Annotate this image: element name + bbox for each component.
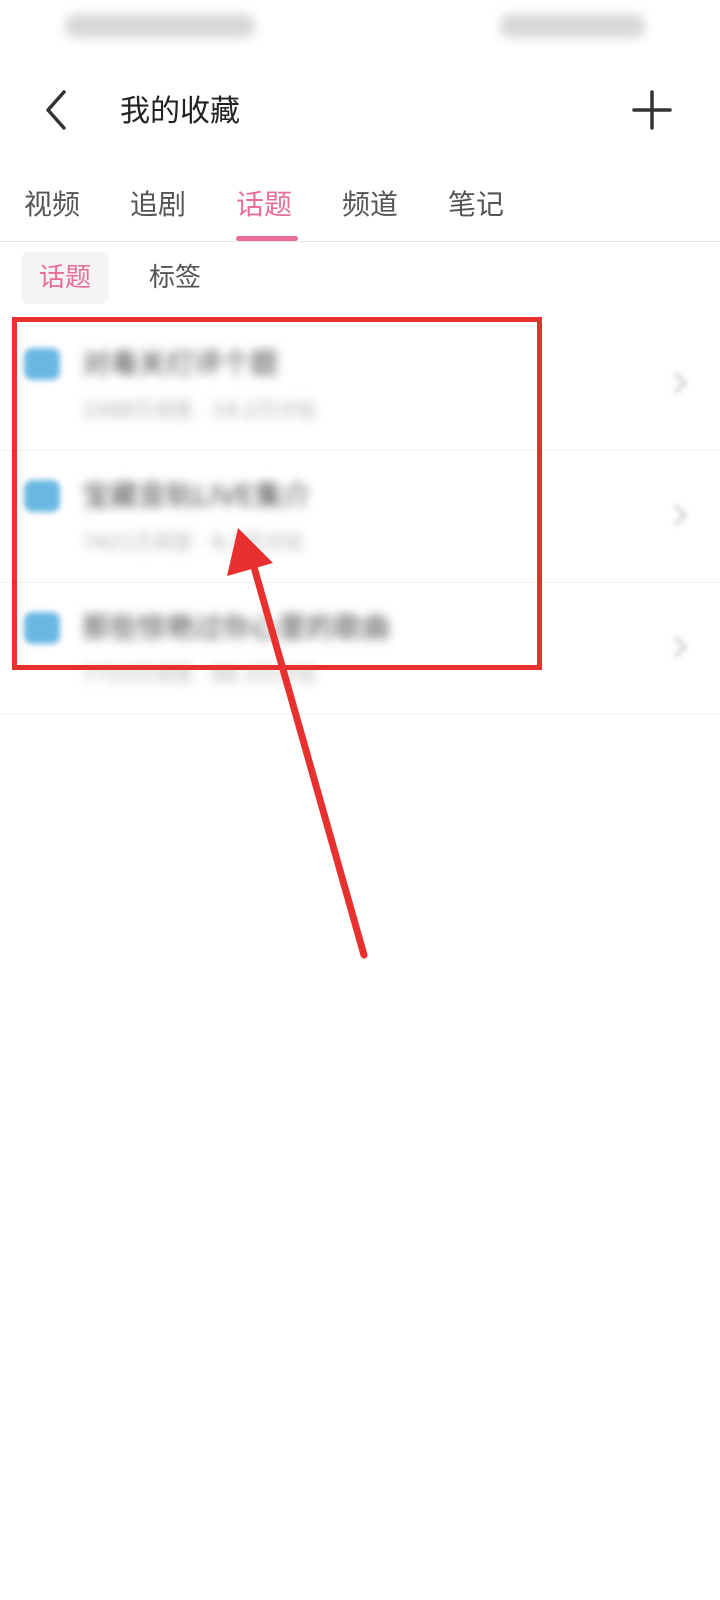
- annotation-arrow: [227, 528, 368, 959]
